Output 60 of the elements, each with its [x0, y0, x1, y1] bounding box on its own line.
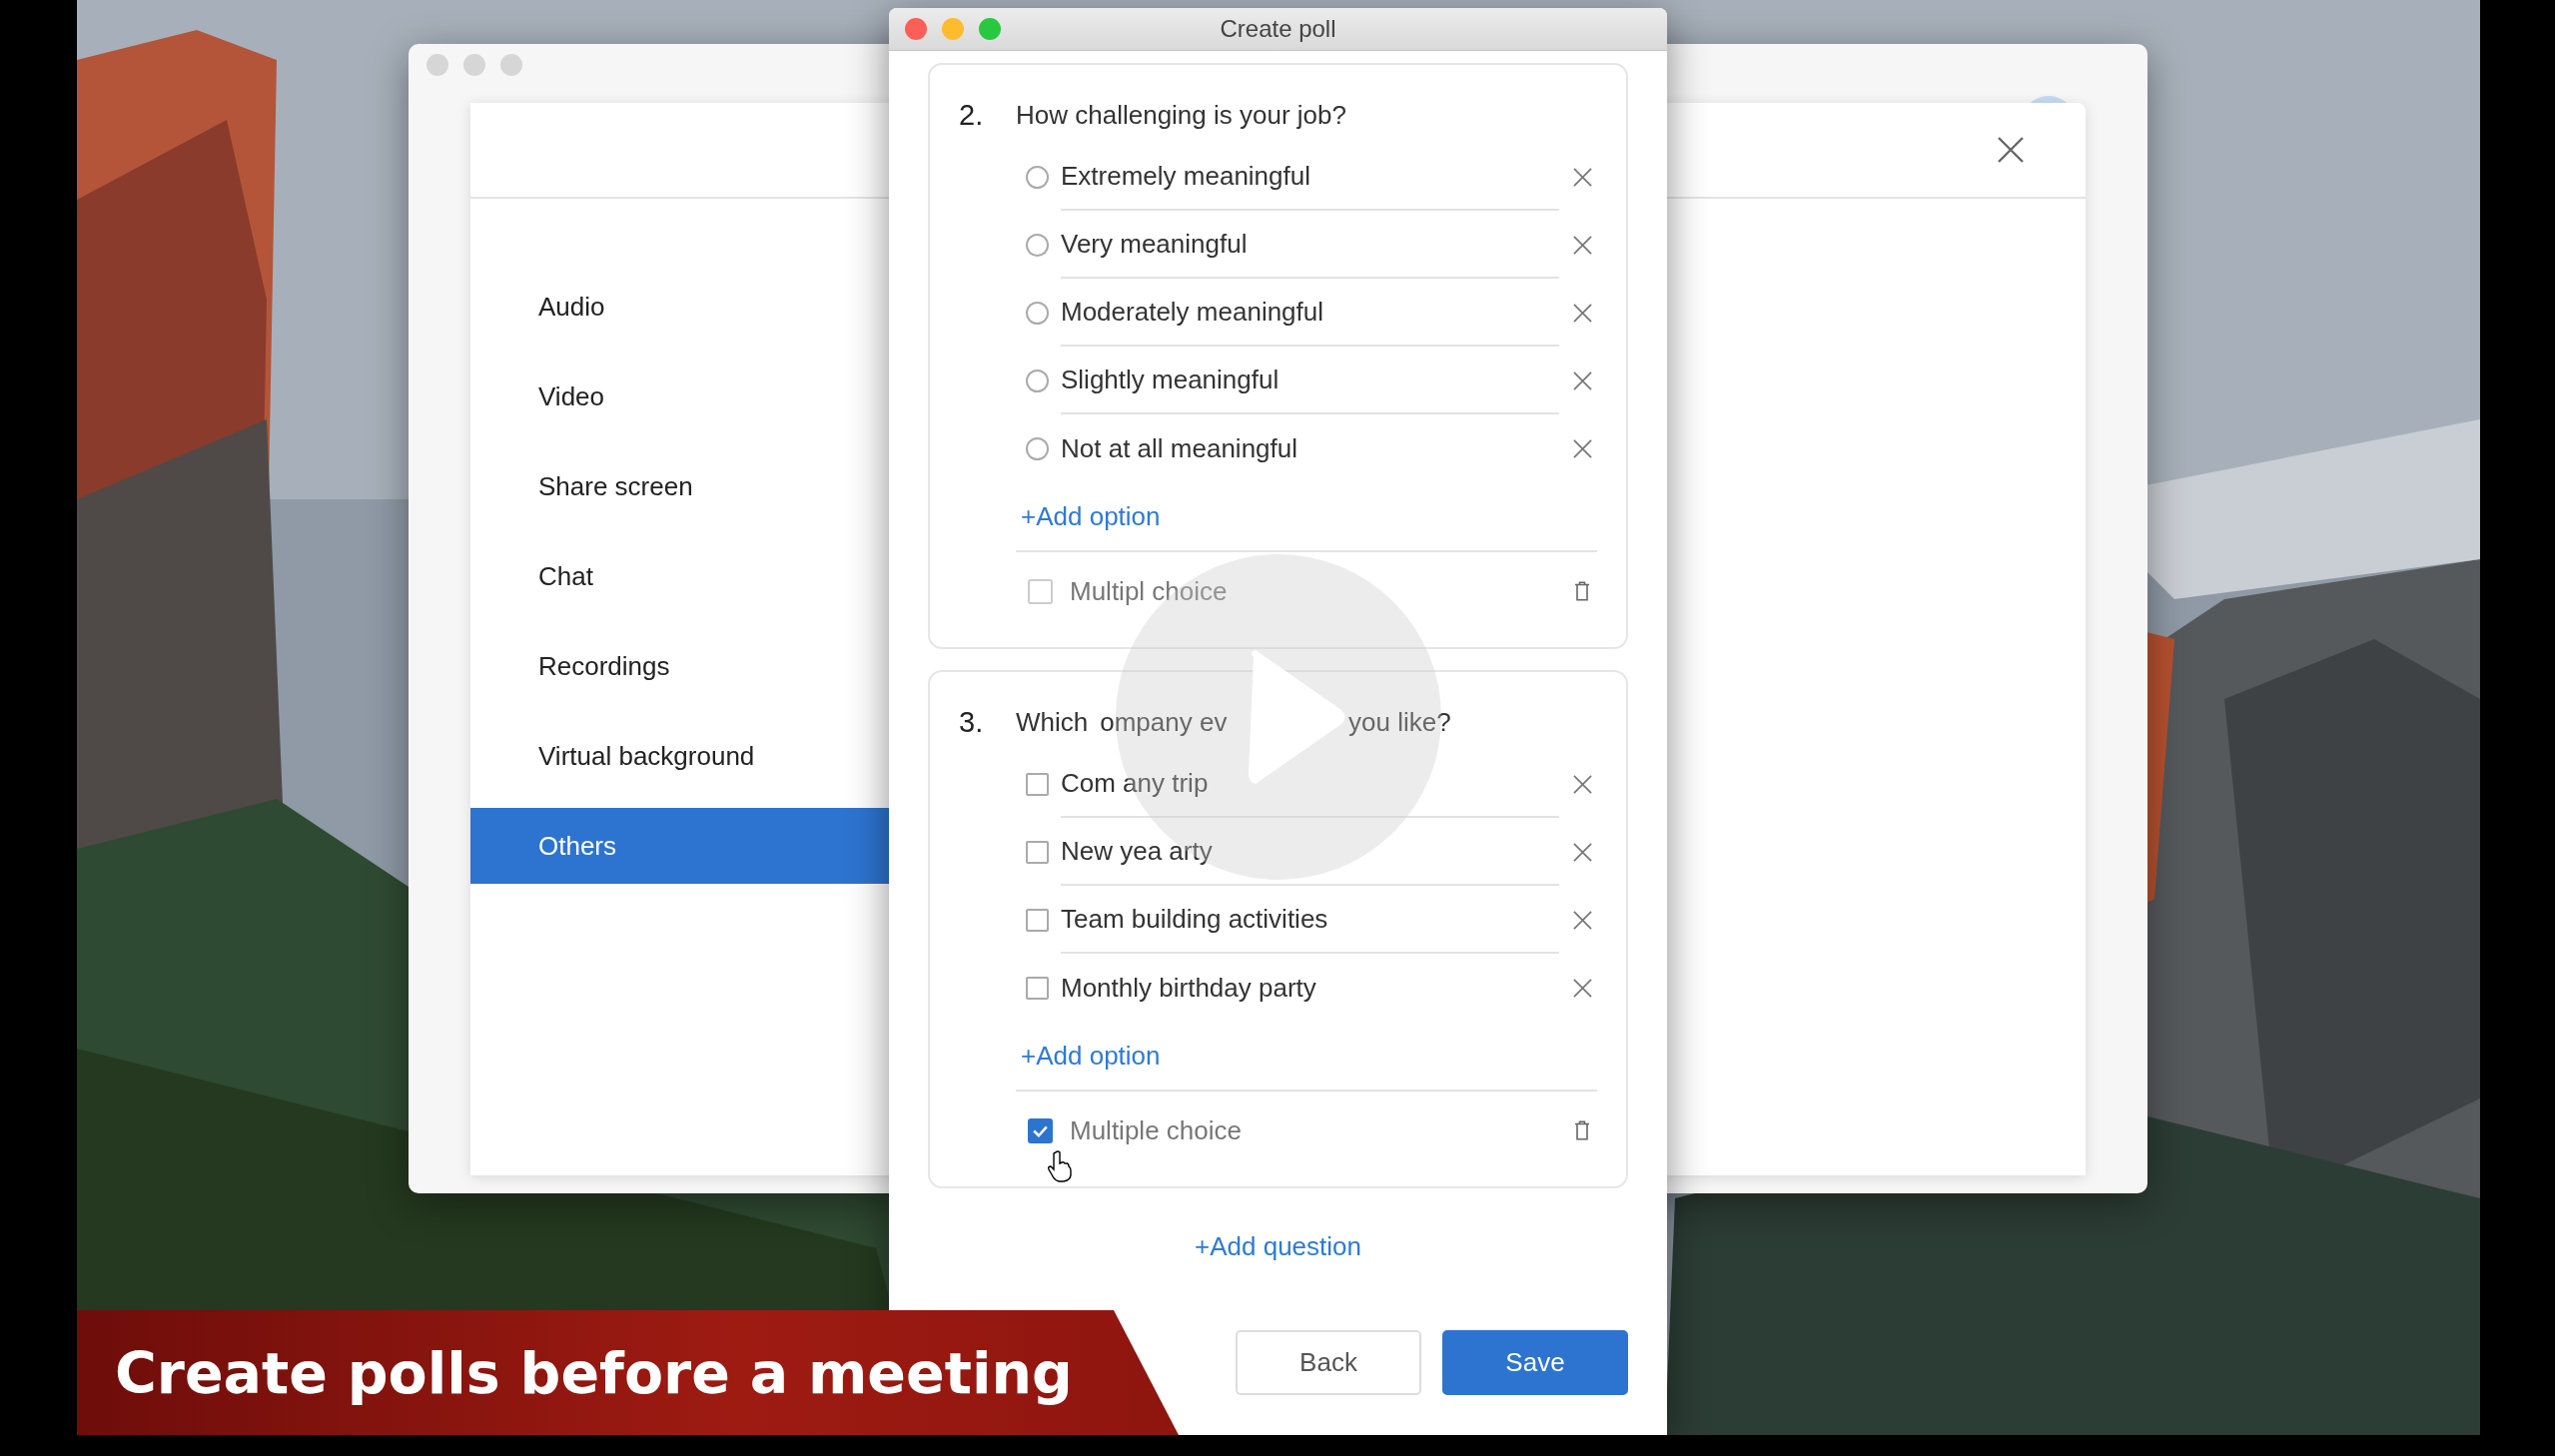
option-text[interactable]: Extremely meaningful	[1061, 160, 1310, 192]
checkbox-label: choice	[1152, 575, 1228, 607]
radio-button[interactable]	[1026, 301, 1049, 325]
remove-icon[interactable]	[1573, 438, 1592, 458]
sidebar-item[interactable]: Chat	[470, 531, 889, 621]
option-text[interactable]: Com	[1061, 767, 1116, 799]
option-text[interactable]: Team building activities	[1061, 903, 1328, 935]
checkbox-label: Multiple choice	[1070, 1114, 1242, 1146]
back-button[interactable]: Back	[1236, 1330, 1421, 1395]
close-icon[interactable]	[1998, 137, 2024, 163]
question-number: 2.	[959, 98, 985, 132]
option-text[interactable]: Slightly meaningful	[1061, 364, 1279, 395]
radio-button[interactable]	[1026, 436, 1049, 460]
option-text[interactable]: New yea	[1061, 835, 1163, 867]
checkbox[interactable]	[1028, 1117, 1053, 1143]
trash-icon[interactable]	[1574, 1120, 1590, 1140]
option-text[interactable]: Not at all meaningful	[1061, 432, 1298, 464]
zoom-button[interactable]	[979, 18, 1001, 40]
remove-icon[interactable]	[1573, 978, 1592, 998]
radio-button[interactable]	[1026, 368, 1049, 392]
remove-icon[interactable]	[1573, 774, 1592, 794]
checkbox[interactable]	[1026, 772, 1049, 796]
hand-cursor-icon	[1048, 1150, 1072, 1182]
checkbox[interactable]	[1026, 908, 1049, 932]
question-number: 3.	[959, 705, 985, 739]
remove-icon[interactable]	[1573, 910, 1592, 930]
sidebar-item[interactable]: Video	[470, 352, 889, 441]
minimize-button[interactable]	[942, 18, 964, 40]
remove-icon[interactable]	[1573, 842, 1592, 862]
add-question-link[interactable]: +Add question	[1195, 1231, 1361, 1262]
checkbox-label: Multipl	[1070, 575, 1146, 607]
remove-icon[interactable]	[1573, 303, 1592, 323]
window-title: Create poll	[1220, 15, 1336, 43]
window-button[interactable]	[426, 54, 448, 76]
option-text[interactable]: Moderately meaningful	[1061, 296, 1324, 328]
window-button[interactable]	[463, 54, 485, 76]
checkbox[interactable]	[1026, 976, 1049, 1000]
add-option-link[interactable]: +Add option	[1021, 500, 1161, 532]
window-button[interactable]	[500, 54, 522, 76]
remove-icon[interactable]	[1573, 235, 1592, 255]
question-text[interactable]: How challenging is your job?	[1016, 99, 1346, 131]
sidebar-item[interactable]: Share screen	[470, 441, 889, 531]
sidebar-item[interactable]: Others	[470, 808, 889, 884]
add-option-link[interactable]: +Add option	[1021, 1040, 1161, 1072]
option-text[interactable]: Very meaningful	[1061, 228, 1248, 260]
radio-button[interactable]	[1026, 233, 1049, 257]
sidebar-item[interactable]: Recordings	[470, 621, 889, 711]
close-button[interactable]	[905, 18, 927, 40]
radio-button[interactable]	[1026, 165, 1049, 189]
sidebar-item[interactable]: Virtual background	[470, 711, 889, 801]
checkbox[interactable]	[1028, 578, 1053, 604]
banner-text: Create polls before a meeting	[115, 1339, 1073, 1406]
remove-icon[interactable]	[1573, 370, 1592, 390]
save-button[interactable]: Save	[1442, 1330, 1628, 1395]
question-text[interactable]: Which	[1016, 706, 1089, 738]
option-text[interactable]: Monthly birthday party	[1061, 972, 1316, 1004]
checkbox[interactable]	[1026, 840, 1049, 864]
remove-icon[interactable]	[1573, 167, 1592, 187]
sidebar-item[interactable]: Audio	[470, 262, 889, 352]
trash-icon[interactable]	[1574, 581, 1590, 601]
